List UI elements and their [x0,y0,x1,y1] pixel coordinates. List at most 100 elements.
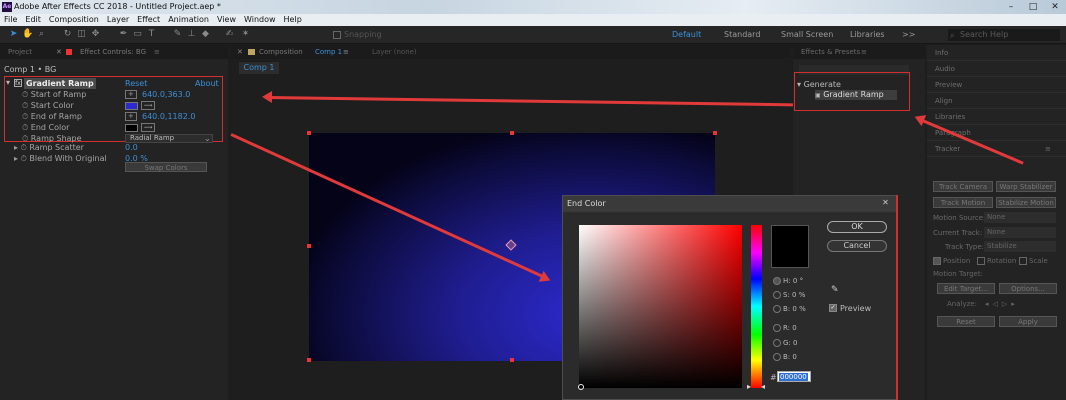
tracker-apply-button[interactable]: Apply [999,316,1057,327]
start-of-ramp-value[interactable]: 640.0,363.0 [142,89,190,100]
rotate-tool-icon[interactable]: ↻ [62,29,73,40]
saturation-radio[interactable] [773,291,781,299]
layer-handle[interactable] [713,131,717,135]
workspace-libraries[interactable]: Libraries [850,30,885,39]
maximize-icon[interactable]: □ [1022,0,1044,14]
tracker-reset-button[interactable]: Reset [937,316,995,327]
brightness-radio[interactable] [773,305,781,313]
crosshair-icon[interactable]: ✛ [125,112,137,121]
menu-animation[interactable]: Animation [164,14,213,26]
panel-menu-icon[interactable]: ≡ [861,45,867,59]
analyze-controls-icon[interactable]: ◂◁▷▸ [985,300,1019,308]
effect-name[interactable]: Gradient Ramp [24,78,96,89]
red-field[interactable]: R: 0 [773,324,797,332]
layer-handle[interactable] [307,358,311,362]
expand-triangle-icon[interactable]: ▸ [14,143,18,152]
comp-breadcrumb-tab[interactable]: Comp 1 [239,62,279,74]
panel-menu-icon[interactable]: ≡ [1045,141,1051,157]
motion-source-dropdown[interactable]: None [984,212,1056,223]
ok-button[interactable]: OK [827,221,887,233]
stopwatch-icon[interactable]: ⏱ [21,143,27,152]
menu-file[interactable]: File [0,14,21,26]
expand-triangle-icon[interactable]: ▸ [14,154,18,163]
expand-triangle-icon[interactable]: ▾ [6,78,10,87]
rotation-checkbox[interactable] [977,257,985,265]
panel-preview[interactable]: Preview [927,77,1066,93]
end-color-swatch[interactable] [125,124,138,132]
panel-align[interactable]: Align [927,93,1066,109]
hue-slider-handle-icon[interactable]: ◂ [761,382,765,391]
workspaces-more-icon[interactable]: >> [902,30,915,39]
close-tab-icon[interactable]: ✕ [56,45,62,59]
panel-audio[interactable]: Audio [927,61,1066,77]
dialog-close-icon[interactable]: ✕ [877,197,894,209]
workspace-default[interactable]: Default [672,30,701,39]
effect-item-gradient-ramp[interactable]: ▣ Gradient Ramp [815,90,897,100]
menu-edit[interactable]: Edit [21,14,45,26]
stabilize-motion-button[interactable]: Stabilize Motion [996,197,1056,208]
menu-window[interactable]: Window [240,14,280,26]
tab-effect-controls[interactable]: Effect Controls: BG [80,45,146,59]
menu-composition[interactable]: Composition [45,14,103,26]
end-of-ramp-value[interactable]: 640.0,1182.0 [142,111,195,122]
warp-stabilizer-button[interactable]: Warp Stabilizer [996,181,1056,192]
hue-slider[interactable] [751,225,762,388]
tab-effects-presets[interactable]: Effects & Presets [801,45,860,59]
position-checkbox[interactable] [933,257,941,265]
green-radio[interactable] [773,339,781,347]
tab-layer[interactable]: Layer (none) [372,45,417,59]
menu-view[interactable]: View [213,14,240,26]
brightness-field[interactable]: B: 0 % [773,305,806,313]
hue-field[interactable]: H: 0 ° [773,277,803,285]
camera-tool-icon[interactable]: ◫ [76,29,87,40]
zoom-tool-icon[interactable]: ⌕ [36,29,47,40]
stopwatch-icon[interactable]: ⏱ [22,123,28,132]
saturation-field[interactable]: S: 0 % [773,291,805,299]
preview-checkbox[interactable]: ✓ [829,304,837,312]
brush-tool-icon[interactable]: ✎ [172,29,183,40]
close-icon[interactable]: ✕ [1044,0,1066,14]
track-type-dropdown[interactable]: Stabilize [984,241,1056,252]
options-button[interactable]: Options... [999,283,1057,294]
blue-field[interactable]: B: 0 [773,353,797,361]
workspace-standard[interactable]: Standard [724,30,760,39]
layer-handle[interactable] [510,358,514,362]
crosshair-icon[interactable]: ✛ [125,90,137,99]
clone-stamp-tool-icon[interactable]: ⊥ [186,29,197,40]
panel-menu-icon[interactable]: ≡ [343,45,349,59]
layer-handle[interactable] [510,131,514,135]
panel-tracker[interactable]: Tracker ≡ [927,141,1066,157]
type-tool-icon[interactable]: T [146,29,157,40]
tab-project[interactable]: Project [8,45,32,59]
reset-link[interactable]: Reset [125,78,147,89]
track-camera-button[interactable]: Track Camera [933,181,993,192]
stopwatch-icon[interactable]: ⏱ [22,112,28,121]
eyedropper-icon[interactable]: ⟿ [141,123,155,132]
hand-tool-icon[interactable]: ✋ [22,29,33,40]
red-radio[interactable] [773,324,781,332]
menu-effect[interactable]: Effect [133,14,164,26]
shape-tool-icon[interactable]: ▭ [132,29,143,40]
start-color-swatch[interactable] [125,102,138,110]
panel-info[interactable]: Info [927,45,1066,61]
eyedropper-icon[interactable]: ⟿ [141,101,155,110]
edit-target-button[interactable]: Edit Target... [937,283,995,294]
track-motion-button[interactable]: Track Motion [933,197,993,208]
search-help-input[interactable]: Search Help [948,29,1060,41]
selection-tool-icon[interactable]: ➤ [8,29,19,40]
roto-brush-tool-icon[interactable]: ✍ [224,29,235,40]
green-field[interactable]: G: 0 [773,339,798,347]
blue-radio[interactable] [773,353,781,361]
current-track-dropdown[interactable]: None [984,227,1056,238]
color-field[interactable] [579,225,742,388]
color-picker-cursor[interactable] [578,384,584,390]
fx-toggle-icon[interactable]: fx [14,79,22,87]
ramp-scatter-value[interactable]: 0.0 [125,142,138,153]
hue-slider-handle-icon[interactable]: ▸ [747,382,751,391]
menu-layer[interactable]: Layer [103,14,133,26]
eyedropper-icon[interactable]: ✎ [831,285,839,295]
menu-help[interactable]: Help [280,14,306,26]
hue-radio[interactable] [773,277,781,285]
puppet-pin-tool-icon[interactable]: ✶ [240,29,251,40]
pen-tool-icon[interactable]: ✒ [118,29,129,40]
